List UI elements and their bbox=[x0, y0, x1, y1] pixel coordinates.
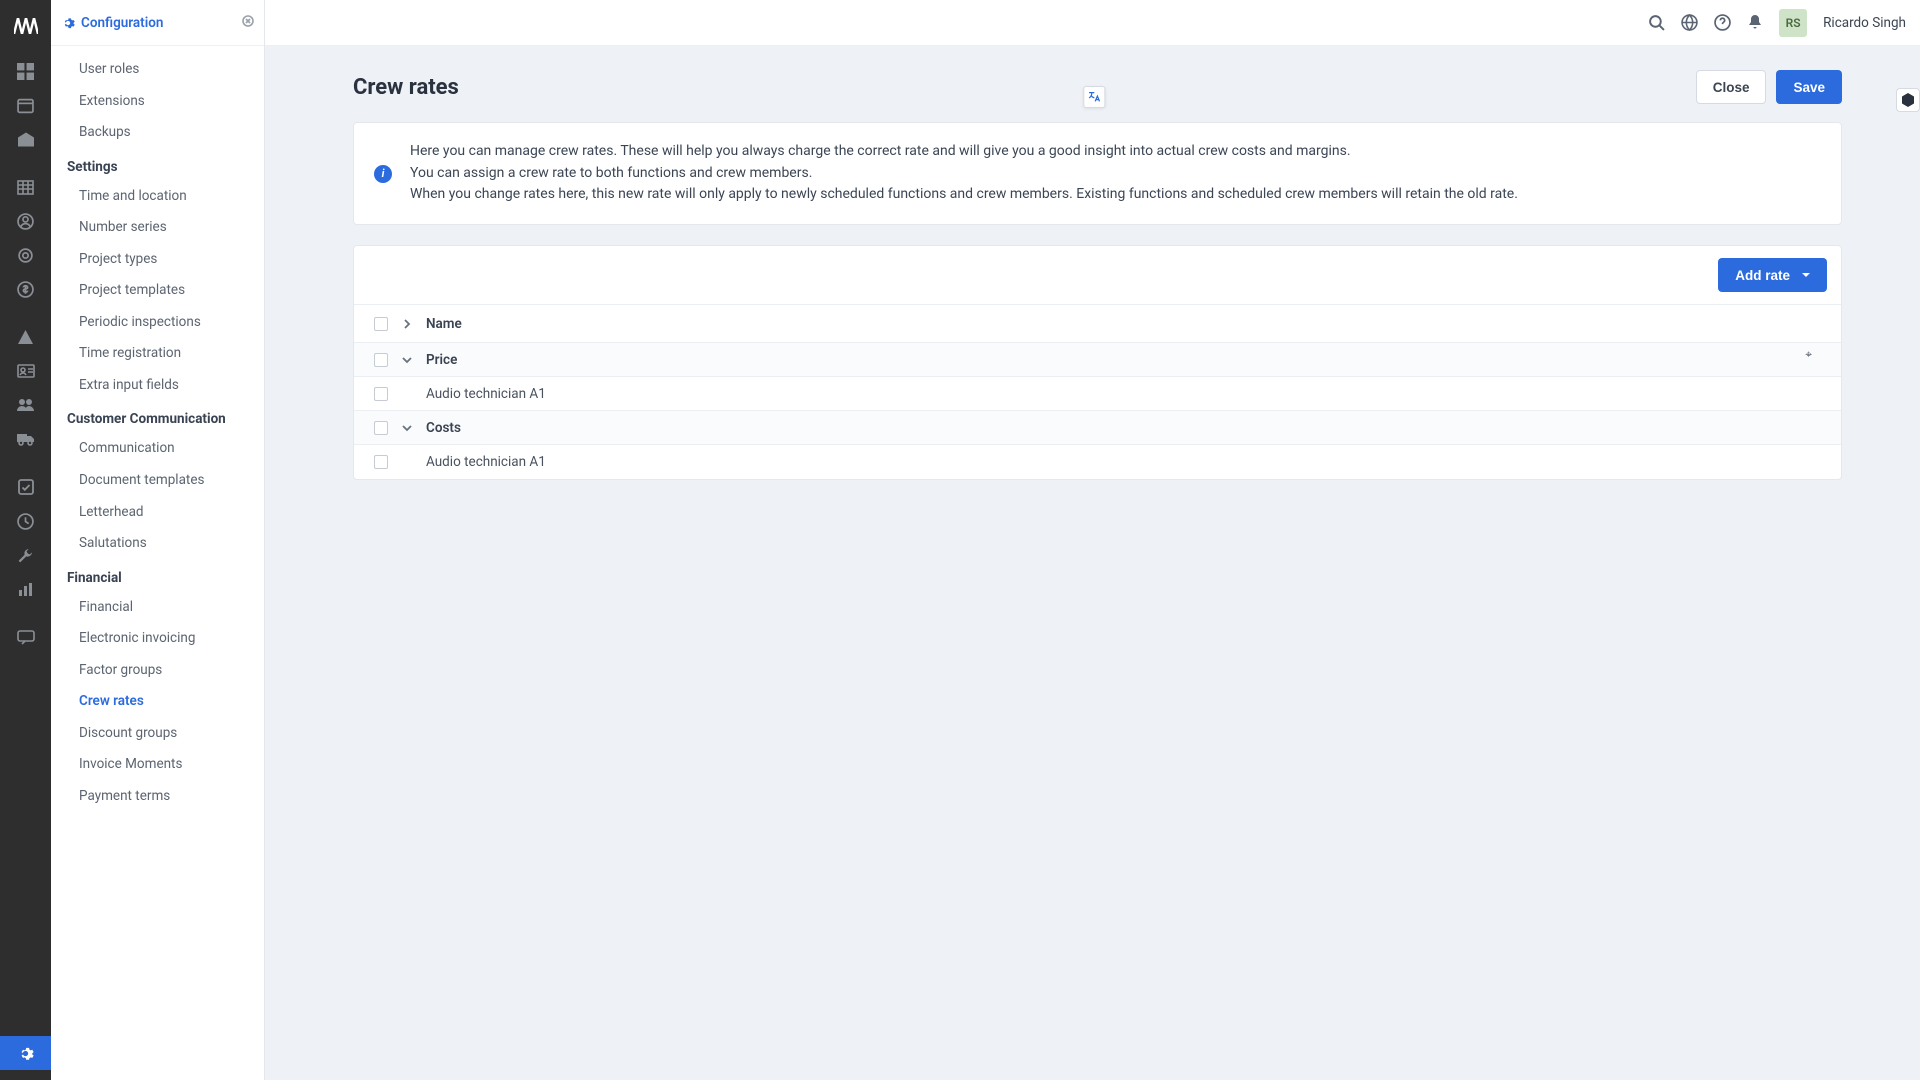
sidebar-item[interactable]: Periodic inspections bbox=[51, 307, 264, 339]
username: Ricardo Singh bbox=[1823, 15, 1906, 31]
sidebar-item[interactable]: Extensions bbox=[51, 86, 264, 118]
row-checkbox[interactable] bbox=[374, 455, 388, 469]
user-circle-icon[interactable] bbox=[0, 204, 51, 238]
tab-configuration[interactable]: Configuration bbox=[61, 15, 163, 31]
add-rate-button[interactable]: Add rate bbox=[1718, 258, 1827, 292]
row-checkbox[interactable] bbox=[374, 421, 388, 435]
collapse-icon[interactable] bbox=[394, 355, 420, 365]
table-icon[interactable] bbox=[0, 170, 51, 204]
sidebar-item[interactable]: Number series bbox=[51, 212, 264, 244]
sidebar-item[interactable]: Payment terms bbox=[51, 781, 264, 813]
info-icon: i bbox=[374, 165, 392, 183]
gear-icon bbox=[61, 16, 75, 30]
contact-card-icon[interactable] bbox=[0, 354, 51, 388]
row-name: Audio technician A1 bbox=[420, 386, 1827, 402]
row-name: Audio technician A1 bbox=[420, 454, 1827, 470]
table-group-row[interactable]: Costs bbox=[354, 411, 1841, 445]
rates-table: Name Price Audio technician A1 Costs Audio … bbox=[354, 305, 1841, 479]
calendar-icon[interactable] bbox=[0, 88, 51, 122]
wrench-icon[interactable] bbox=[0, 538, 51, 572]
info-panel: i Here you can manage crew rates. These … bbox=[353, 122, 1842, 225]
column-name: Name bbox=[420, 316, 1827, 332]
sidebar-navlist[interactable]: User rolesExtensionsBackupsSettingsTime … bbox=[51, 46, 264, 1080]
table-row[interactable]: Audio technician A1 bbox=[354, 377, 1841, 411]
save-button[interactable]: Save bbox=[1776, 70, 1842, 104]
page-title: Crew rates bbox=[353, 75, 459, 100]
sidebar-item[interactable]: User roles bbox=[51, 54, 264, 86]
bell-icon[interactable] bbox=[1747, 14, 1763, 31]
sidebar-section-title: Customer Communication bbox=[51, 401, 264, 433]
avatar[interactable]: RS bbox=[1779, 9, 1807, 37]
chevron-down-icon bbox=[1802, 273, 1810, 277]
sidebar-item[interactable]: Backups bbox=[51, 117, 264, 149]
hex-widget-icon[interactable] bbox=[1896, 88, 1920, 112]
sidebar-item[interactable]: Invoice Moments bbox=[51, 749, 264, 781]
select-all-checkbox[interactable] bbox=[374, 317, 388, 331]
sidebar-item[interactable]: Project templates bbox=[51, 275, 264, 307]
topbar: RS Ricardo Singh bbox=[265, 0, 1920, 46]
content: Crew rates Close Save i Here you can man… bbox=[265, 46, 1920, 520]
row-checkbox[interactable] bbox=[374, 387, 388, 401]
sidebar-item[interactable]: Electronic invoicing bbox=[51, 623, 264, 655]
sidebar-item[interactable]: Financial bbox=[51, 592, 264, 624]
chat-icon[interactable] bbox=[0, 620, 51, 654]
help-icon[interactable] bbox=[1714, 14, 1731, 31]
info-text: Here you can manage crew rates. These wi… bbox=[410, 141, 1817, 206]
globe-icon[interactable] bbox=[1681, 14, 1698, 31]
currency-icon[interactable] bbox=[0, 272, 51, 306]
table-group-row[interactable]: Price bbox=[354, 343, 1841, 377]
close-button[interactable]: Close bbox=[1696, 70, 1767, 104]
sidebar-item[interactable]: Factor groups bbox=[51, 655, 264, 687]
rates-card: Add rate Name PriceAudio bbox=[353, 245, 1842, 480]
sidebar: Configuration User rolesExtensionsBackup… bbox=[51, 0, 265, 1080]
sidebar-item[interactable]: Time and location bbox=[51, 181, 264, 213]
sidebar-item[interactable]: Extra input fields bbox=[51, 370, 264, 402]
sidebar-item[interactable]: Letterhead bbox=[51, 497, 264, 529]
dashboard-icon[interactable] bbox=[0, 54, 51, 88]
collapse-icon[interactable] bbox=[394, 423, 420, 433]
table-header-row: Name bbox=[354, 305, 1841, 343]
app-rail bbox=[0, 0, 51, 1080]
sidebar-item[interactable]: Salutations bbox=[51, 528, 264, 560]
sidebar-item[interactable]: Communication bbox=[51, 433, 264, 465]
main: RS Ricardo Singh Crew rates Close Save bbox=[265, 0, 1920, 1080]
sidebar-item[interactable]: Crew rates bbox=[51, 686, 264, 718]
warehouse-icon[interactable] bbox=[0, 122, 51, 156]
tab-label: Configuration bbox=[81, 15, 163, 31]
search-icon[interactable] bbox=[1648, 14, 1665, 31]
logo-icon[interactable] bbox=[0, 8, 51, 44]
sidebar-item[interactable]: Document templates bbox=[51, 465, 264, 497]
close-tab-icon[interactable] bbox=[242, 15, 254, 31]
gear-icon[interactable] bbox=[0, 1036, 51, 1070]
expand-all-icon[interactable] bbox=[394, 319, 420, 329]
row-checkbox[interactable] bbox=[374, 353, 388, 367]
translate-icon[interactable] bbox=[1083, 86, 1105, 108]
sidebar-item[interactable]: Discount groups bbox=[51, 718, 264, 750]
sidebar-item[interactable]: Project types bbox=[51, 244, 264, 276]
sidebar-item[interactable]: Time registration bbox=[51, 338, 264, 370]
sidebar-section-title: Financial bbox=[51, 560, 264, 592]
chart-icon[interactable] bbox=[0, 572, 51, 606]
table-row[interactable]: Audio technician A1 bbox=[354, 445, 1841, 479]
truck-icon[interactable] bbox=[0, 422, 51, 456]
add-rate-label: Add rate bbox=[1735, 268, 1790, 283]
group-name: Costs bbox=[420, 420, 1827, 436]
clock-icon[interactable] bbox=[0, 504, 51, 538]
group-name: Price bbox=[420, 352, 1827, 368]
alert-icon[interactable] bbox=[0, 320, 51, 354]
check-square-icon[interactable] bbox=[0, 470, 51, 504]
target-icon[interactable] bbox=[0, 238, 51, 272]
sidebar-section-title: Settings bbox=[51, 149, 264, 181]
people-icon[interactable] bbox=[0, 388, 51, 422]
breadcrumb-tab: Configuration bbox=[51, 0, 264, 46]
